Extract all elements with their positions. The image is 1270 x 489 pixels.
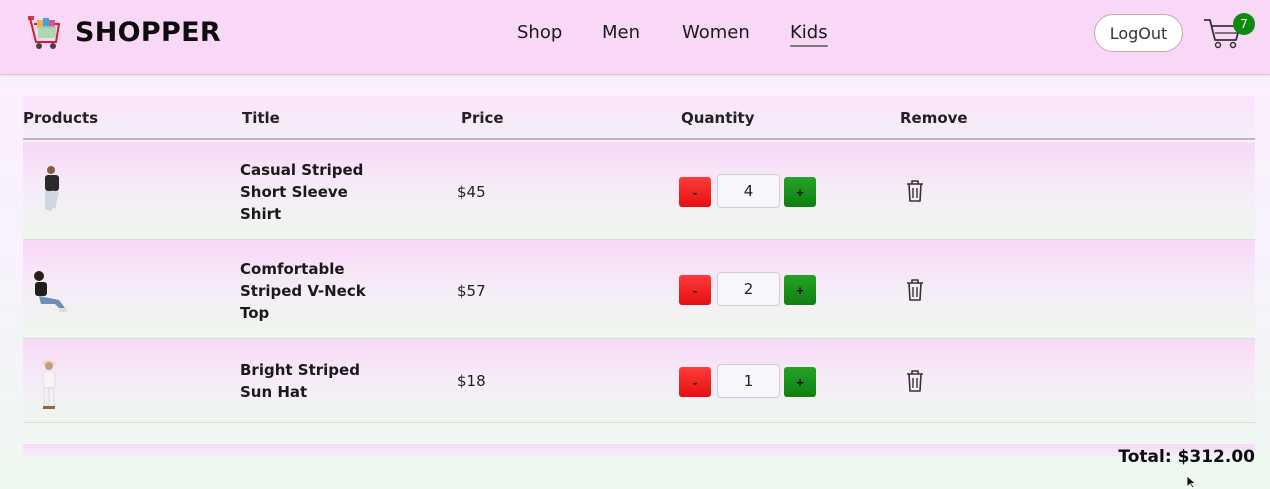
nav-item-men[interactable]: Men: [602, 22, 640, 43]
trash-icon[interactable]: [904, 179, 926, 203]
logout-button[interactable]: LogOut: [1094, 14, 1183, 52]
product-title: Comfortable Striped V-Neck Top: [240, 260, 366, 322]
product-image[interactable]: [29, 356, 69, 412]
product-title: Bright Striped Sun Hat: [240, 361, 360, 401]
product-image[interactable]: [29, 164, 69, 220]
table-row: Comfortable Striped V-Neck Top $57 - 2 +: [23, 240, 1255, 339]
increase-quantity-button[interactable]: +: [784, 367, 816, 397]
cart-table-header: Products Title Price Quantity Remove: [23, 96, 1255, 140]
trash-icon[interactable]: [904, 278, 926, 302]
quantity-stepper: - 1 +: [679, 364, 819, 398]
product-price: $57: [457, 282, 486, 300]
increase-quantity-button[interactable]: +: [784, 275, 816, 305]
decrease-quantity-button[interactable]: -: [679, 275, 711, 305]
increase-quantity-button[interactable]: +: [784, 177, 816, 207]
total-section: [23, 444, 1255, 456]
header-price: Price: [461, 109, 504, 127]
product-price: $45: [457, 183, 486, 201]
cart-count-badge: 7: [1233, 13, 1255, 35]
nav-item-women[interactable]: Women: [682, 22, 750, 43]
quantity-stepper: - 4 +: [679, 174, 819, 208]
header-products: Products: [23, 109, 99, 127]
nav-item-kids[interactable]: Kids: [790, 22, 828, 47]
table-row: Casual Striped Short Sleeve Shirt $45 - …: [23, 142, 1255, 240]
mouse-cursor-icon: [1186, 475, 1197, 489]
decrease-quantity-button[interactable]: -: [679, 367, 711, 397]
decrease-quantity-button[interactable]: -: [679, 177, 711, 207]
header-title: Title: [242, 109, 280, 127]
quantity-input[interactable]: 4: [717, 174, 780, 208]
product-title: Casual Striped Short Sleeve Shirt: [240, 161, 364, 223]
product-image[interactable]: [29, 264, 69, 320]
table-row: Bright Striped Sun Hat $18 - 1 +: [23, 339, 1255, 423]
quantity-input[interactable]: 1: [717, 364, 780, 398]
cart-total: Total: $312.00: [1118, 447, 1255, 467]
trash-icon[interactable]: [904, 369, 926, 393]
nav-menu: Shop Men Women Kids: [0, 22, 1270, 47]
header-quantity: Quantity: [681, 109, 755, 127]
header-remove: Remove: [900, 109, 968, 127]
navbar: SHOPPER Shop Men Women Kids LogOut 7: [0, 0, 1270, 75]
product-price: $18: [457, 372, 486, 390]
quantity-input[interactable]: 2: [717, 272, 780, 306]
quantity-stepper: - 2 +: [679, 272, 819, 306]
nav-item-shop[interactable]: Shop: [517, 22, 562, 43]
